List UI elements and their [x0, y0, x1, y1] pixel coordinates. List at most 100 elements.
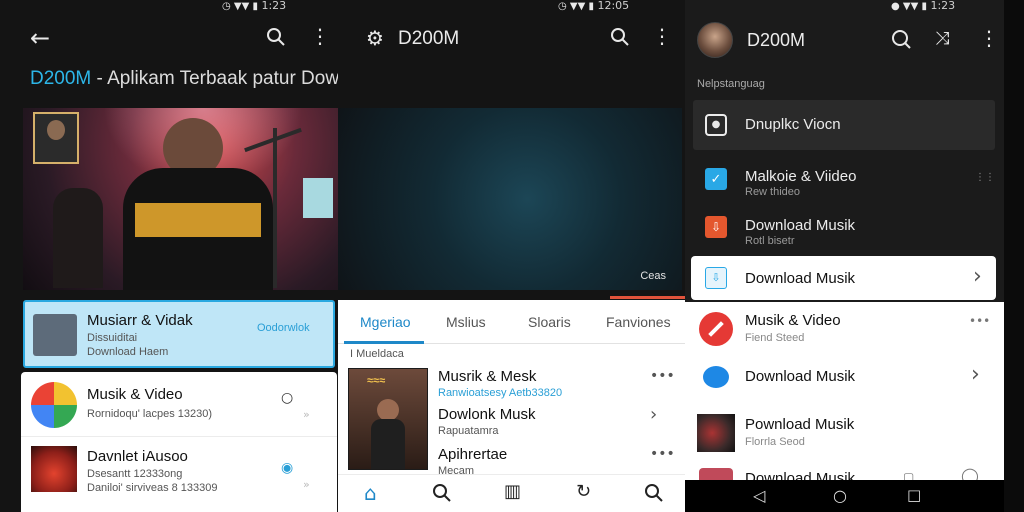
card-line: Download Haem — [87, 346, 169, 358]
section-label: I Mueldaca — [350, 348, 404, 360]
drawer-item-sub: Rotl bisetr — [745, 235, 795, 247]
page-title: D200M - Aplikam Terbaak patur Download M… — [30, 68, 338, 90]
tab-sloaris[interactable]: Sloaris — [528, 314, 571, 330]
row-title: Dowlonk Musk — [438, 406, 536, 423]
tab-music[interactable]: Mgeriao — [360, 314, 411, 330]
drawer-item[interactable]: ● Dnuplkc Viocn — [693, 100, 995, 150]
status-icons: ◷ ▼▼ ▮ — [222, 1, 258, 12]
more-vert-icon[interactable]: ⋮ — [310, 24, 330, 48]
list-item-title[interactable]: Musik & Video — [745, 312, 841, 329]
chevrons-icon: » — [303, 478, 310, 491]
screen-root: ◷ ▼▼ ▮ 1:23 ← ⋮ D200M - Aplikam Terbaak … — [0, 0, 1024, 512]
status-bar: ◷ ▼▼ ▮ 12:05 — [558, 0, 629, 12]
panel-drawer: ● ▼▼ ▮ 1:23 D200M ⤨ ⋮ Nelpstanguag ● Dnu… — [685, 0, 1004, 512]
app-icon — [31, 382, 77, 428]
drawer-item-active[interactable]: ⇩ Download Musik › — [691, 256, 996, 300]
chevron-right-icon[interactable]: › — [971, 362, 980, 387]
search-icon[interactable] — [266, 27, 286, 47]
card-title: Musik & Video — [87, 386, 183, 403]
tab-bar: Mgeriao Mslius Sloaris Fanviones — [338, 300, 685, 344]
status-bar: ◷ ▼▼ ▮ 1:23 — [222, 0, 286, 12]
card-title: Davnlet iAusoo — [87, 448, 188, 465]
chevrons-icon: » — [303, 408, 310, 421]
card-line: Dissuiditai — [87, 332, 138, 344]
nav-recents-icon[interactable]: □ — [907, 486, 921, 504]
record-icon: ● — [705, 114, 727, 136]
chat-icon[interactable]: ◯ — [961, 466, 979, 480]
row-subtitle: Rapuatamra — [438, 425, 499, 437]
screen-edge — [1004, 0, 1024, 512]
status-time: 1:23 — [261, 0, 287, 12]
more-horiz-icon[interactable]: ••• — [650, 446, 675, 462]
selected-card[interactable]: Musiarr & Vidak Dissuiditai Download Hae… — [23, 300, 335, 368]
chevron-right-icon[interactable]: › — [650, 404, 657, 425]
library-icon[interactable]: ▥ — [504, 481, 521, 502]
more-horiz-icon[interactable]: ••• — [650, 368, 675, 384]
panel-main: ◷ ▼▼ ▮ 12:05 ⚙ D200M ⋮ Ceas Mgeriao Msli… — [338, 0, 685, 512]
card-title: Musiarr & Vidak — [87, 312, 193, 329]
radio-selected-icon[interactable]: ◉ — [281, 460, 293, 476]
drawer-item-label: Dnuplkc Viocn — [745, 116, 841, 133]
avatar[interactable] — [697, 22, 733, 58]
search-icon[interactable] — [432, 483, 452, 503]
drawer-item[interactable]: ⇩ Download Musik Rotl bisetr — [693, 208, 995, 254]
card-line: Rornidoqu' lacpes 13230) — [87, 408, 213, 420]
check-icon: ✓ — [705, 168, 727, 190]
album-art[interactable]: ≈≈≈ — [348, 368, 428, 470]
card-line: Dsesantt 12333ong — [87, 468, 183, 480]
hero-image[interactable] — [23, 108, 338, 290]
tab-mslius[interactable]: Mslius — [446, 314, 486, 330]
app-title: D200M — [747, 30, 806, 50]
music-list: Musik & Video Fiend Steed ••• Download M… — [685, 302, 1004, 480]
nav-home-icon[interactable]: ○ — [833, 486, 847, 505]
row-title: Musrik & Mesk — [438, 368, 537, 385]
card-list: Musik & Video Rornidoqu' lacpes 13230) ○… — [21, 372, 337, 512]
bottom-nav: ⌂ ▥ ↻ — [338, 474, 685, 512]
more-vert-icon[interactable]: ⋮ — [979, 26, 999, 50]
status-bar: ● ▼▼ ▮ 1:23 — [891, 0, 955, 12]
drag-handle-icon[interactable]: ⋮⋮ — [975, 172, 995, 183]
drawer-item-label: Malkoie & Viideo — [745, 168, 857, 185]
list-item-title[interactable]: Download Musik — [745, 470, 855, 480]
app-logo-icon: ⚙ — [366, 26, 384, 50]
download-icon: ⇩ — [705, 216, 727, 238]
album-thumbnail — [697, 414, 735, 452]
zoom-search-icon[interactable] — [891, 29, 911, 49]
status-time: 1:23 — [930, 0, 956, 12]
album-thumbnail — [31, 446, 77, 492]
cloud-icon — [703, 366, 729, 388]
drawer-item[interactable]: ✓ Malkoie & Viideo Rew thideo ⋮⋮ — [693, 158, 995, 204]
search-icon[interactable] — [644, 483, 664, 503]
list-item-sub: Fiend Steed — [745, 332, 805, 344]
list-item[interactable]: Apihrertae Mecam — [438, 446, 638, 477]
home-icon[interactable]: ⌂ — [364, 481, 377, 505]
search-icon[interactable] — [610, 27, 630, 47]
chevron-right-icon[interactable]: › — [973, 264, 982, 289]
refresh-icon[interactable]: ↻ — [576, 481, 591, 502]
nav-back-icon[interactable]: ◁ — [753, 486, 765, 505]
status-icons: ● ▼▼ ▮ — [891, 1, 927, 12]
album-thumbnail — [33, 112, 79, 164]
more-horiz-icon[interactable]: ••• — [969, 314, 990, 328]
more-horiz-icon[interactable]: ▢ — [903, 470, 914, 480]
row-subtitle: Ranwioatsesy Aetb33820 — [438, 387, 563, 399]
shuffle-icon[interactable]: ⤨ — [935, 28, 949, 49]
list-item-title[interactable]: Download Musik — [745, 368, 855, 385]
tab-favorites[interactable]: Fanviones — [606, 314, 671, 330]
arrow-left-icon[interactable]: ← — [30, 24, 50, 52]
hero-image-dark[interactable]: Ceas — [338, 108, 682, 290]
more-vert-icon[interactable]: ⋮ — [652, 24, 672, 48]
radio-icon[interactable]: ○ — [281, 390, 293, 406]
list-item-title[interactable]: Pownload Musik — [745, 416, 854, 433]
download-icon: ⇩ — [705, 267, 727, 289]
list-item[interactable]: Musrik & Mesk Ranwioatsesy Aetb33820 — [438, 368, 678, 399]
card-line: Daniloi' sirviveas 8 133309 — [87, 482, 218, 494]
drawer-item-label: Download Musik — [745, 270, 856, 287]
compass-icon — [699, 312, 733, 346]
row-title: Apihrertae — [438, 446, 508, 463]
list-item[interactable]: Dowlonk Musk Rapuatamra — [438, 406, 638, 437]
card-action[interactable]: Oodorwlok — [257, 322, 310, 334]
list-item-sub: Florrla Seod — [745, 436, 805, 448]
progress-bar — [610, 296, 685, 299]
drawer-item-sub: Rew thideo — [745, 186, 801, 198]
